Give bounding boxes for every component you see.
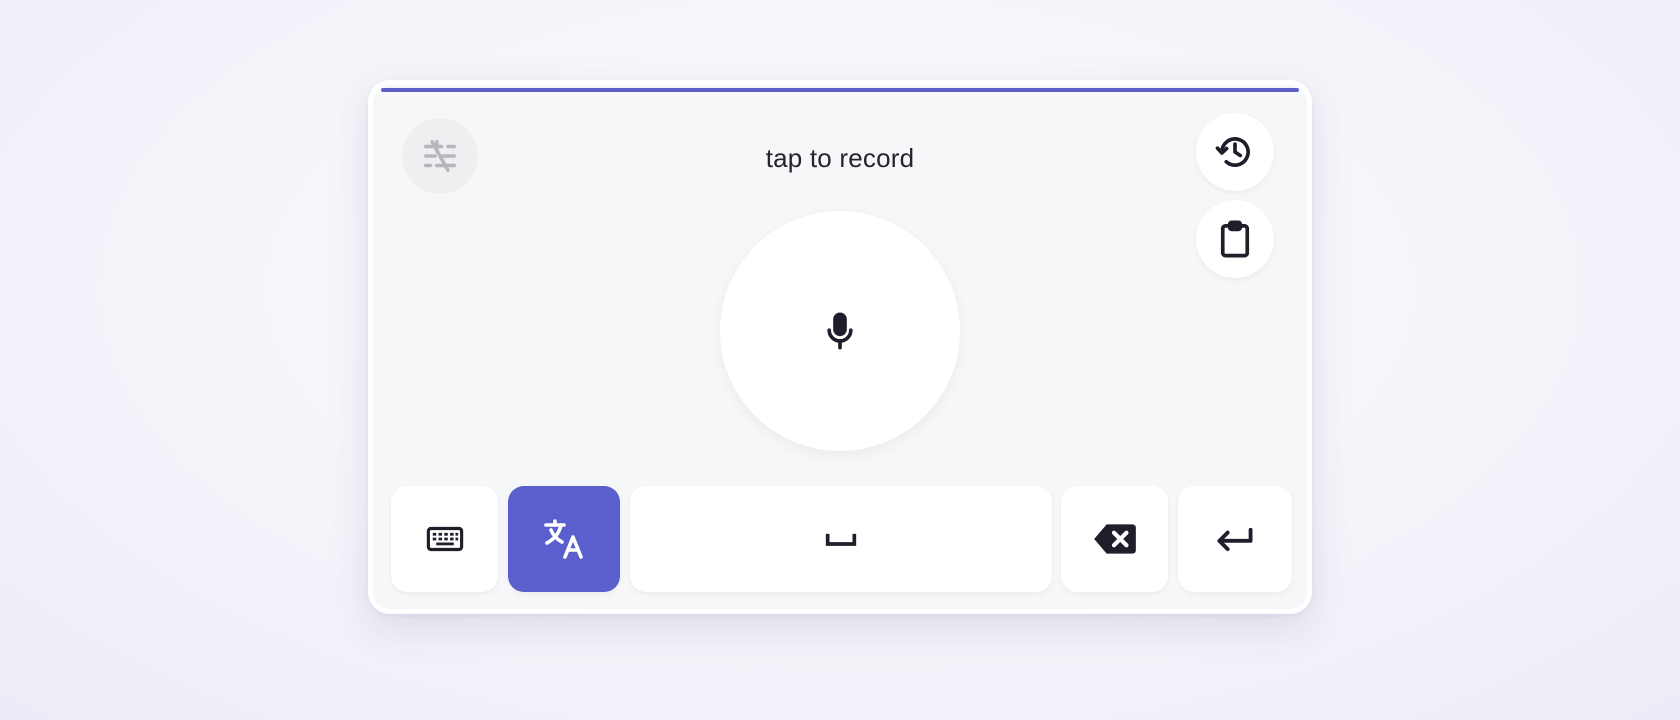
- history-button[interactable]: [1196, 113, 1274, 191]
- history-icon: [1215, 137, 1250, 167]
- space-bar-icon: [825, 533, 857, 546]
- key-row: [391, 486, 1292, 592]
- keyboard-key[interactable]: [391, 486, 498, 592]
- record-button[interactable]: [720, 211, 960, 451]
- space-key[interactable]: [630, 486, 1052, 592]
- translate-icon: [544, 519, 583, 559]
- translate-key[interactable]: [508, 486, 620, 592]
- backspace-key[interactable]: [1061, 486, 1168, 592]
- keyboard-icon: [426, 526, 463, 552]
- clipboard-button[interactable]: [1196, 200, 1274, 278]
- enter-icon: [1217, 527, 1253, 552]
- accent-bar: [381, 88, 1299, 92]
- microphone-icon: [827, 312, 853, 350]
- voice-input-panel: tap to record: [368, 80, 1312, 614]
- enter-key[interactable]: [1178, 486, 1292, 592]
- clipboard-icon: [1220, 220, 1250, 258]
- status-text: tap to record: [765, 143, 915, 173]
- backspace-icon: [1093, 524, 1136, 554]
